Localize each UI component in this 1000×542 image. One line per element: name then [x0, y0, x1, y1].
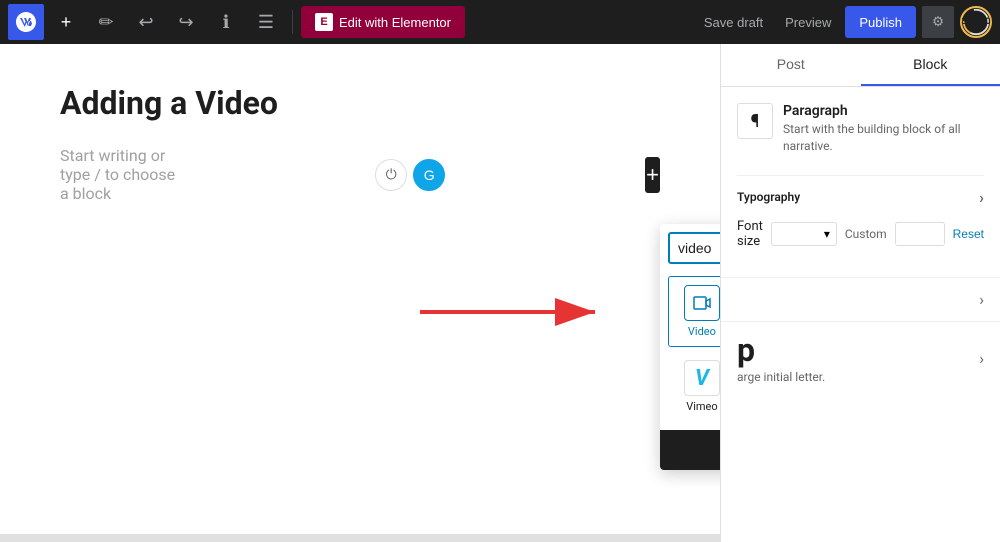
search-box: ✕	[668, 232, 720, 264]
seo-badge[interactable]: 35/100	[960, 6, 992, 38]
typography-section: Typography › Font size ▾ Custom Reset	[737, 175, 984, 249]
toolbar: + ✏ ↩ ↪ ℹ ☰ E Edit with Elementor Save d…	[0, 0, 1000, 44]
toolbar-divider	[292, 10, 293, 34]
drop-cap-description: arge initial letter.	[737, 370, 825, 384]
post-title: Adding a Video	[60, 84, 660, 122]
seo-score: 35/100	[961, 17, 990, 27]
redo-btn[interactable]: ↪	[168, 4, 204, 40]
add-block-inline-btn[interactable]: +	[645, 157, 660, 193]
font-size-row: Font size ▾ Custom Reset	[737, 219, 984, 249]
block-info-text: Paragraph Start with the building block …	[783, 103, 984, 155]
elementor-icon: E	[315, 13, 333, 31]
preview-btn[interactable]: Preview	[777, 15, 839, 30]
vimeo-block-icon: V	[684, 360, 720, 396]
wp-logo[interactable]	[8, 4, 44, 40]
vimeo-block-label: Vimeo	[686, 400, 717, 413]
typography-title: Typography ›	[737, 188, 984, 207]
info-btn[interactable]: ℹ	[208, 4, 244, 40]
font-size-label: Font size	[737, 219, 763, 249]
search-input[interactable]	[678, 240, 720, 256]
block-tools: ⏻ G	[375, 159, 445, 191]
browse-all-btn[interactable]: Browse all	[660, 430, 720, 470]
tab-block[interactable]: Block	[861, 44, 1000, 86]
sidebar-section-drop-cap[interactable]: p arge initial letter. ›	[721, 321, 1000, 396]
sidebar-section-2[interactable]: ›	[721, 277, 1000, 321]
elementor-btn[interactable]: E Edit with Elementor	[301, 6, 465, 38]
editor-canvas: Adding a Video Start writing or type / t…	[0, 44, 720, 542]
section2-chevron: ›	[979, 290, 984, 309]
g-tool-btn[interactable]: G	[413, 159, 445, 191]
block-placeholder: Start writing or type / to choose a bloc…	[60, 146, 660, 203]
canvas-spacer	[60, 203, 660, 503]
block-description: Start with the building block of all nar…	[783, 121, 984, 155]
toolbar-right: Save draft Preview Publish ⚙ 35/100	[696, 6, 992, 38]
block-item-video[interactable]: Video	[668, 276, 720, 347]
settings-btn[interactable]: ⚙	[922, 6, 954, 38]
typography-chevron[interactable]: ›	[979, 188, 984, 207]
video-block-label: Video	[688, 325, 716, 338]
reset-btn[interactable]: Reset	[953, 227, 984, 241]
block-inserter-dropdown: ✕ Video	[660, 224, 720, 470]
bottom-bar	[0, 534, 720, 542]
pen-tool-btn[interactable]: ✏	[88, 4, 124, 40]
block-grid: Video VideoPress	[660, 272, 720, 430]
add-block-toolbar-btn[interactable]: +	[48, 4, 84, 40]
sidebar-content: ¶ Paragraph Start with the building bloc…	[721, 87, 1000, 277]
tab-post[interactable]: Post	[721, 44, 861, 86]
menu-btn[interactable]: ☰	[248, 4, 284, 40]
drop-cap-chevron: ›	[979, 349, 984, 368]
power-tool-btn[interactable]: ⏻	[375, 159, 407, 191]
block-item-vimeo[interactable]: V Vimeo	[668, 351, 720, 422]
custom-label: Custom	[845, 227, 887, 241]
sidebar-tabs: Post Block	[721, 44, 1000, 87]
undo-btn[interactable]: ↩	[128, 4, 164, 40]
block-type-icon: ¶	[737, 103, 773, 139]
block-name: Paragraph	[783, 103, 984, 119]
font-size-select[interactable]: ▾	[771, 222, 837, 246]
drop-cap-p: p	[737, 334, 825, 366]
video-block-icon	[684, 285, 720, 321]
save-draft-btn[interactable]: Save draft	[696, 15, 771, 30]
publish-btn[interactable]: Publish	[845, 6, 916, 38]
right-sidebar: Post Block ¶ Paragraph Start with the bu…	[720, 44, 1000, 542]
placeholder-text: Start writing or type / to choose a bloc…	[60, 146, 175, 203]
custom-size-input[interactable]	[895, 222, 945, 246]
main-area: Adding a Video Start writing or type / t…	[0, 0, 1000, 542]
block-info: ¶ Paragraph Start with the building bloc…	[737, 103, 984, 155]
